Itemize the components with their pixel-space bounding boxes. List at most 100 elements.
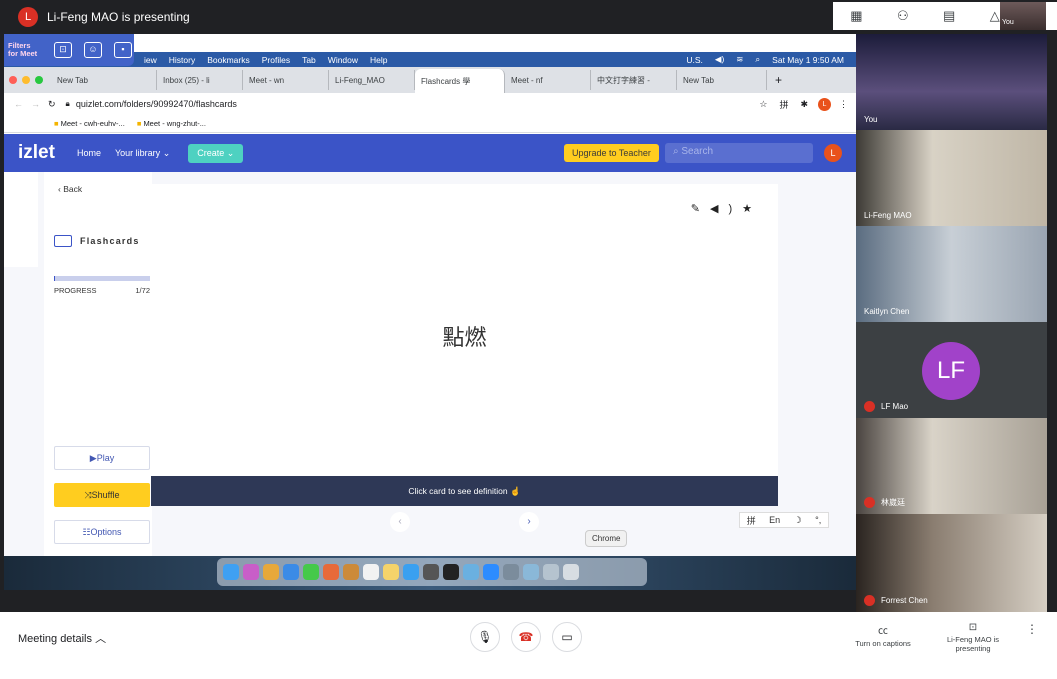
tab-new-tab-2[interactable]: New Tab — [677, 70, 767, 90]
finder-icon[interactable] — [223, 564, 239, 580]
next-card-button[interactable]: › — [519, 512, 539, 532]
search-input[interactable]: ⌕ Search — [665, 143, 813, 163]
meeting-details-button[interactable]: Meeting details ︿ — [18, 630, 106, 646]
extension-pinyin-icon[interactable]: 拼 — [779, 98, 788, 111]
terminal-icon[interactable] — [443, 564, 459, 580]
activities-icon[interactable]: △ — [990, 8, 1000, 24]
ime-pinyin[interactable]: 拼 — [747, 514, 756, 527]
tab-meet-1[interactable]: Meet - wn — [243, 70, 329, 90]
menu-help[interactable]: Help — [370, 55, 387, 65]
help-icon[interactable] — [463, 564, 479, 580]
participant-tile-lin[interactable]: 林崴廷 — [856, 418, 1047, 514]
menu-profiles[interactable]: Profiles — [262, 55, 290, 65]
mic-button[interactable]: 🎙︎ — [470, 622, 500, 652]
options-button[interactable]: ☷ Options — [54, 520, 150, 544]
trash-icon[interactable] — [563, 564, 579, 580]
tab-li-feng[interactable]: Li-Feng_MAO — [329, 70, 415, 90]
chevron-up-icon: ︿ — [95, 633, 107, 645]
safari-icon[interactable] — [283, 564, 299, 580]
shuffle-button[interactable]: ⤨ Shuffle — [54, 483, 150, 507]
extensions-icon[interactable]: ✱ — [800, 99, 808, 110]
folder-icon[interactable] — [523, 564, 539, 580]
filters-for-meet-extension[interactable]: Filters for Meet ⊡ ☺ ▪ — [4, 34, 134, 66]
minimize-window-button[interactable] — [22, 76, 30, 84]
profile-avatar[interactable]: L — [818, 97, 831, 111]
more-options-icon[interactable]: ⋮ — [1026, 622, 1038, 636]
messages-icon[interactable] — [303, 564, 319, 580]
presenting-button[interactable]: ⊡ Li-Feng MAO is presenting — [940, 622, 1006, 653]
zoom-window-button[interactable] — [35, 76, 43, 84]
filter-image-icon[interactable]: ⊡ — [54, 42, 72, 58]
participant-name-text: LF Mao — [881, 402, 909, 411]
participant-tile-forrest[interactable]: Forrest Chen — [856, 514, 1047, 612]
launchpad-icon[interactable] — [243, 564, 259, 580]
reload-icon[interactable]: ↻ — [48, 99, 56, 110]
menu-view[interactable]: iew — [144, 55, 157, 65]
nav-your-library[interactable]: Your library ⌄ — [115, 148, 170, 159]
chat-icon[interactable]: ▤ — [943, 8, 955, 24]
people-icon[interactable]: ⚇ — [897, 8, 909, 24]
preview-icon[interactable] — [503, 564, 519, 580]
search-icon[interactable]: ⌕ — [755, 54, 760, 65]
ime-english[interactable]: En — [769, 515, 780, 525]
bookmark-meet-1[interactable]: ■ Meet - cwh-euhv-... — [54, 119, 125, 128]
forward-nav-icon[interactable]: → — [31, 99, 40, 109]
back-nav-icon[interactable]: ← — [14, 99, 23, 109]
mode-label[interactable]: Flashcards — [54, 235, 140, 247]
tab-typing[interactable]: 中文打字練習 - — [591, 70, 677, 90]
photos-icon[interactable] — [323, 564, 339, 580]
tab-flashcards[interactable]: Flashcards 學 — [415, 69, 505, 93]
close-window-button[interactable] — [9, 76, 17, 84]
nav-home[interactable]: Home — [77, 148, 101, 158]
edit-pencil-icon[interactable]: ✎ — [691, 203, 710, 215]
new-tab-plus-icon[interactable]: + — [775, 73, 782, 87]
star-icon[interactable]: ★ — [742, 203, 762, 215]
bookmark-meet-2[interactable]: ■ Meet - wng-zhut-... — [137, 119, 206, 128]
flashcard[interactable]: ✎◀)★ 點燃 — [151, 184, 778, 476]
self-view-thumbnail[interactable]: You — [1000, 2, 1046, 30]
settings-icon[interactable] — [423, 564, 439, 580]
prev-card-button[interactable]: ‹ — [390, 512, 410, 532]
back-link[interactable]: ‹ Back — [58, 184, 82, 194]
camera-button[interactable]: ▭ — [552, 622, 582, 652]
captions-button[interactable]: ㏄ Turn on captions — [852, 622, 914, 648]
card-hint-bar[interactable]: Click card to see definition ☝ — [151, 476, 778, 506]
moon-icon[interactable]: ☽ — [794, 515, 802, 526]
chrome-icon[interactable] — [263, 564, 279, 580]
play-button[interactable]: ▶ Play — [54, 446, 150, 470]
zoom-icon[interactable] — [483, 564, 499, 580]
tab-inbox[interactable]: Inbox (25) - li — [157, 70, 243, 90]
calendar-icon[interactable] — [363, 564, 379, 580]
notes-icon[interactable] — [343, 564, 359, 580]
participant-tile-kaitlyn[interactable]: Kaitlyn Chen — [856, 226, 1047, 322]
participant-tile-you[interactable]: You — [856, 34, 1047, 130]
menu-window[interactable]: Window — [328, 55, 358, 65]
end-call-button[interactable]: ☎︎ — [511, 622, 541, 652]
star-bookmark-icon[interactable]: ☆ — [759, 99, 767, 110]
wifi-icon[interactable]: ≋ — [736, 54, 743, 65]
downloads-icon[interactable] — [543, 564, 559, 580]
audio-icon[interactable]: ◀) — [710, 203, 742, 215]
create-button[interactable]: Create ⌄ — [188, 143, 244, 163]
user-avatar[interactable]: L — [824, 144, 842, 162]
input-source[interactable]: U.S. — [686, 55, 703, 65]
menu-bookmarks[interactable]: Bookmarks — [207, 55, 250, 65]
url-field[interactable]: quizlet.com/folders/90992470/flashcards — [76, 99, 237, 109]
stickies-icon[interactable] — [383, 564, 399, 580]
filter-face-icon[interactable]: ☺ — [84, 42, 102, 58]
participant-tile-lf-mao[interactable]: LF LF Mao — [856, 322, 1047, 418]
hand-pointer-icon: ☝ — [510, 486, 521, 496]
kebab-menu-icon[interactable]: ⋮ — [839, 99, 848, 110]
appstore-icon[interactable] — [403, 564, 419, 580]
quizlet-logo[interactable]: izlet — [18, 142, 55, 164]
punct-icon[interactable]: °, — [815, 515, 821, 525]
tab-new-tab[interactable]: New Tab — [51, 70, 157, 90]
menu-tab[interactable]: Tab — [302, 55, 316, 65]
filter-chat-icon[interactable]: ▪ — [114, 42, 132, 58]
upgrade-to-teacher-button[interactable]: Upgrade to Teacher — [564, 144, 659, 162]
participant-tile-li-feng[interactable]: Li-Feng MAO — [856, 130, 1047, 226]
volume-icon[interactable]: ◀) — [715, 54, 724, 65]
layout-icon[interactable]: ▦ — [850, 8, 862, 24]
menu-history[interactable]: History — [169, 55, 195, 65]
tab-meet-2[interactable]: Meet - nf — [505, 70, 591, 90]
